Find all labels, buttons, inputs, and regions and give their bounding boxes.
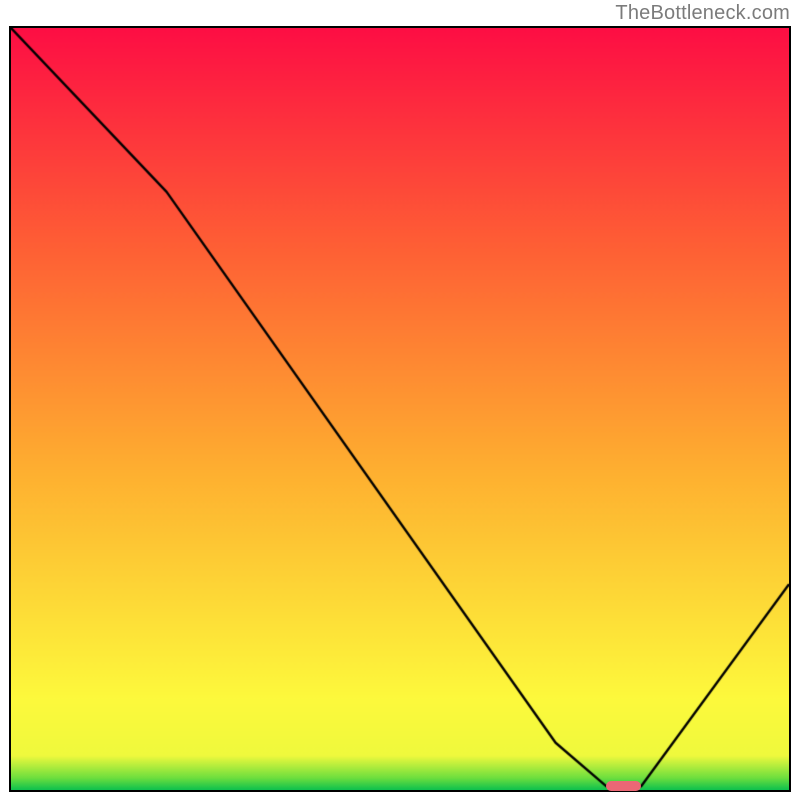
- chart-line: [11, 28, 789, 790]
- chart-frame: [9, 26, 791, 792]
- watermark-text: TheBottleneck.com: [615, 2, 790, 25]
- chart-optimum-marker: [606, 781, 641, 791]
